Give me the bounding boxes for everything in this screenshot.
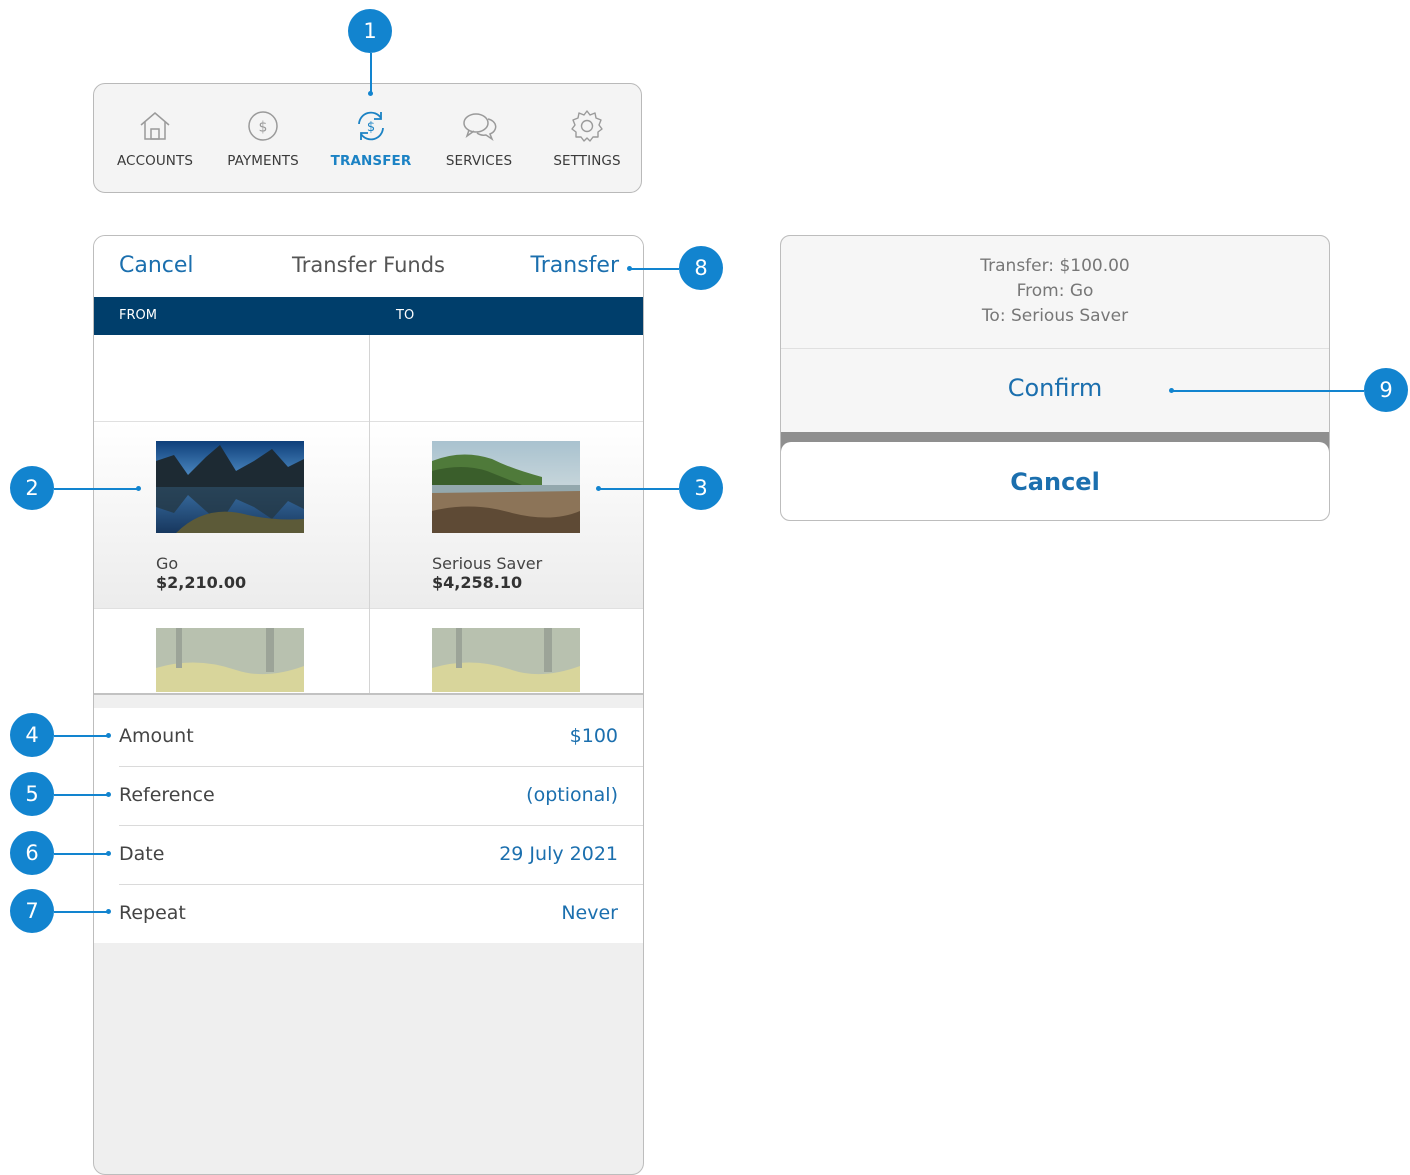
date-row[interactable]: Date 29 July 2021 <box>94 826 643 885</box>
tab-transfer[interactable]: $ TRANSFER <box>321 84 421 194</box>
column-divider <box>369 335 370 693</box>
bottom-tab-bar: ACCOUNTS $ PAYMENTS $ TRANSFER SERVICES <box>93 83 642 193</box>
callout-dot <box>596 486 601 491</box>
callout-8: 8 <box>679 246 723 290</box>
confirm-button[interactable]: Confirm <box>781 374 1329 402</box>
reference-value[interactable]: (optional) <box>526 784 618 806</box>
svg-text:$: $ <box>367 120 375 135</box>
to-account-balance: $4,258.10 <box>432 573 523 592</box>
tab-label: PAYMENTS <box>227 153 299 169</box>
transfer-summary: Transfer: $100.00 From: Go To: Serious S… <box>781 254 1329 329</box>
from-account-name: Go <box>156 554 179 573</box>
callout-leader <box>370 53 372 92</box>
tab-label: SETTINGS <box>553 153 621 169</box>
callout-dot <box>627 266 632 271</box>
from-column-header: FROM <box>119 308 157 323</box>
from-account-balance: $2,210.00 <box>156 573 247 592</box>
tab-label: TRANSFER <box>330 153 412 169</box>
amount-label: Amount <box>119 725 194 747</box>
mountain-lake-photo <box>156 441 304 533</box>
callout-6: 6 <box>10 831 54 875</box>
next-account-thumbnail[interactable] <box>432 628 580 692</box>
transfer-details-list: Amount $100 Reference (optional) Date 29… <box>94 708 643 943</box>
reference-row[interactable]: Reference (optional) <box>94 767 643 826</box>
callout-dot <box>136 486 141 491</box>
repeat-row[interactable]: Repeat Never <box>94 885 643 944</box>
callout-leader <box>54 853 108 855</box>
callout-leader <box>54 794 108 796</box>
summary-from: From: Go <box>1016 281 1094 301</box>
callout-2: 2 <box>10 466 54 510</box>
callout-leader <box>54 735 108 737</box>
callout-dot <box>368 91 373 96</box>
transfer-dollar-icon: $ <box>358 111 384 141</box>
callout-dot <box>106 909 111 914</box>
callout-leader <box>1172 390 1364 392</box>
summary-to: To: Serious Saver <box>981 306 1129 326</box>
from-account-card[interactable]: Go $2,210.00 <box>156 441 306 601</box>
sheet-divider <box>781 348 1329 349</box>
chat-bubbles-icon <box>463 113 497 141</box>
to-column-header: TO <box>396 308 415 323</box>
amount-row[interactable]: Amount $100 <box>94 708 643 767</box>
tab-label: ACCOUNTS <box>116 153 194 169</box>
tab-services[interactable]: SERVICES <box>429 84 529 194</box>
confirm-summary-panel: Transfer: $100.00 From: Go To: Serious S… <box>781 236 1329 432</box>
date-label: Date <box>119 843 165 865</box>
callout-9: 9 <box>1364 368 1408 412</box>
from-to-header: FROM TO <box>94 297 643 335</box>
sheet-cancel-label: Cancel <box>1010 468 1100 496</box>
next-account-thumbnail[interactable] <box>156 628 304 692</box>
coastal-beach-photo <box>432 441 580 533</box>
callout-4: 4 <box>10 713 54 757</box>
repeat-value[interactable]: Never <box>561 902 618 924</box>
callout-1: 1 <box>348 9 392 53</box>
callout-dot <box>1169 388 1174 393</box>
reference-label: Reference <box>119 784 215 806</box>
date-value[interactable]: 29 July 2021 <box>499 843 618 865</box>
tab-settings[interactable]: SETTINGS <box>537 84 637 194</box>
callout-3: 3 <box>679 466 723 510</box>
house-icon <box>140 112 170 140</box>
amount-value[interactable]: $100 <box>570 725 618 747</box>
svg-text:$: $ <box>259 120 268 136</box>
gear-icon <box>571 110 603 142</box>
dollar-circle-icon: $ <box>248 111 278 141</box>
sheet-cancel-button[interactable]: Cancel <box>781 442 1329 520</box>
callout-dot <box>106 851 111 856</box>
repeat-label: Repeat <box>119 902 186 924</box>
navigation-bar: Cancel Transfer Funds Transfer <box>94 236 643 297</box>
callout-7: 7 <box>10 889 54 933</box>
callout-5: 5 <box>10 772 54 816</box>
callout-dot <box>106 792 111 797</box>
tab-label: SERVICES <box>445 153 513 169</box>
callout-leader <box>54 488 138 490</box>
to-account-card[interactable]: Serious Saver $4,258.10 <box>432 441 592 601</box>
transfer-button[interactable]: Transfer <box>531 253 619 278</box>
summary-amount: Transfer: $100.00 <box>980 256 1130 276</box>
tab-payments[interactable]: $ PAYMENTS <box>213 84 313 194</box>
callout-leader <box>630 268 679 270</box>
callout-leader <box>599 488 679 490</box>
confirm-action-sheet: Transfer: $100.00 From: Go To: Serious S… <box>780 235 1330 521</box>
to-account-name: Serious Saver <box>432 554 543 573</box>
transfer-funds-screen: Cancel Transfer Funds Transfer FROM TO G… <box>93 235 644 1175</box>
tab-accounts[interactable]: ACCOUNTS <box>105 84 205 194</box>
account-picker[interactable]: Go $2,210.00 Serious Saver $4,258.10 <box>94 335 643 695</box>
callout-leader <box>54 911 108 913</box>
callout-dot <box>106 733 111 738</box>
